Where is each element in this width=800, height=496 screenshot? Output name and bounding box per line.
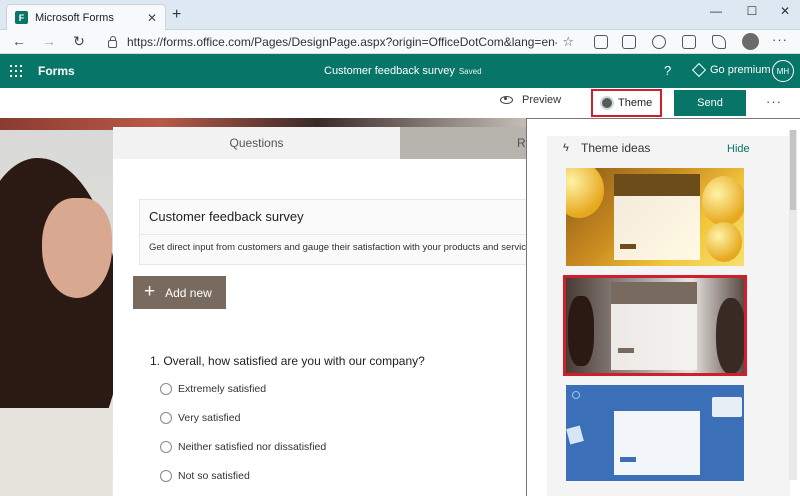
go-premium-button[interactable]: Go premium	[691, 62, 771, 78]
thumb-person-left	[568, 296, 594, 366]
theme-preview-button	[620, 457, 636, 462]
add-new-label: Add new	[165, 285, 212, 300]
theme-preview-card	[614, 411, 700, 475]
new-tab-button[interactable]: +	[172, 6, 181, 24]
answer-option[interactable]: Not so satisfied	[160, 470, 250, 482]
help-icon[interactable]: ?	[664, 63, 671, 78]
survey-header[interactable]: Customer feedback survey Get direct inpu…	[139, 199, 528, 265]
theme-button[interactable]: Theme	[591, 89, 662, 117]
option-label: Not so satisfied	[178, 470, 250, 482]
theme-option-balloons[interactable]	[566, 168, 744, 266]
share-icon[interactable]	[682, 35, 696, 49]
collections-icon[interactable]	[622, 35, 636, 49]
add-new-button[interactable]: + Add new	[133, 276, 226, 309]
tab-title: Microsoft Forms	[35, 11, 114, 24]
doc-title-text: Customer feedback survey	[324, 65, 455, 77]
theme-ideas-label: Theme ideas	[581, 141, 651, 155]
preview-button[interactable]: Preview	[500, 94, 561, 106]
scrollbar-thumb[interactable]	[790, 130, 796, 210]
theme-ideas-heading: ϟ Theme ideas	[563, 141, 650, 155]
more-options-icon[interactable]: ···	[766, 94, 782, 109]
browser-tab-bar: F Microsoft Forms ✕ + — ☐ ✕	[0, 0, 800, 30]
form-tabs: Questions Responses	[113, 127, 528, 159]
back-button[interactable]: ←	[10, 33, 28, 49]
preview-label: Preview	[522, 94, 562, 106]
theme-preview-card	[614, 196, 700, 260]
balloon-shape	[706, 222, 742, 262]
tab-questions[interactable]: Questions	[113, 127, 400, 159]
theme-panel: ϟ Theme ideas Hide	[526, 118, 800, 496]
plus-icon: +	[144, 281, 156, 302]
tab-close-icon[interactable]: ✕	[147, 11, 157, 25]
theme-preview-header	[611, 282, 697, 304]
thumb-person-right	[716, 298, 744, 373]
avatar[interactable]: MH	[772, 60, 794, 82]
browser-tab[interactable]: F Microsoft Forms ✕	[6, 4, 166, 30]
radio-button[interactable]	[160, 383, 172, 395]
minimize-icon[interactable]: —	[708, 4, 724, 18]
favorites-icon[interactable]	[594, 35, 608, 49]
survey-description[interactable]: Get direct input from customers and gaug…	[149, 242, 527, 253]
theme-preview-card	[611, 304, 697, 370]
option-label: Neither satisfied nor dissatisfied	[178, 441, 327, 453]
question-title[interactable]: 1. Overall, how satisfied are you with o…	[150, 354, 425, 368]
app-name[interactable]: Forms	[38, 64, 75, 78]
reload-button[interactable]: ↻	[70, 33, 88, 50]
answer-option[interactable]: Extremely satisfied	[160, 383, 266, 395]
browser-address-bar: ← → ↻ https://forms.office.com/Pages/Des…	[0, 30, 800, 54]
saved-status: Saved	[458, 67, 482, 76]
palette-icon	[600, 96, 614, 110]
balloon-shape	[566, 168, 604, 218]
theme-preview-button	[620, 244, 636, 249]
radio-button[interactable]	[160, 470, 172, 482]
form-editor-card: Questions Responses Customer feedback su…	[113, 127, 528, 496]
option-label: Extremely satisfied	[178, 383, 267, 395]
option-label: Very satisfied	[178, 412, 241, 424]
radio-button[interactable]	[160, 441, 172, 453]
tab-responses[interactable]: Responses	[400, 127, 528, 159]
forms-logo-icon: F	[15, 11, 28, 24]
background-person-face	[42, 198, 112, 298]
maximize-icon[interactable]: ☐	[744, 4, 760, 18]
eye-icon	[500, 96, 513, 104]
command-bar: Preview Theme Send ···	[0, 88, 800, 118]
balloon-shape	[702, 176, 744, 226]
thumb-paper-icon	[566, 425, 584, 445]
answer-option[interactable]: Very satisfied	[160, 412, 240, 424]
hide-themes-link[interactable]: Hide	[727, 143, 750, 155]
survey-title[interactable]: Customer feedback survey	[149, 209, 304, 224]
url-field[interactable]: https://forms.office.com/Pages/DesignPag…	[100, 32, 580, 52]
go-premium-label: Go premium	[710, 64, 771, 76]
theme-label: Theme	[618, 97, 653, 109]
forward-button[interactable]: →	[40, 33, 58, 49]
radio-button[interactable]	[160, 412, 172, 424]
send-button[interactable]: Send	[674, 90, 746, 116]
lock-icon	[108, 35, 117, 48]
theme-panel-scrollbar[interactable]	[789, 130, 797, 480]
feedback-icon[interactable]	[712, 35, 726, 49]
thumb-clock-icon	[572, 391, 580, 399]
favorite-star-icon[interactable]: ☆	[562, 34, 574, 50]
profile-icon[interactable]	[742, 33, 759, 50]
lightning-icon: ϟ	[563, 141, 569, 154]
diamond-icon	[691, 62, 707, 78]
url-text: https://forms.office.com/Pages/DesignPag…	[127, 35, 557, 49]
theme-option-office-selected[interactable]	[563, 275, 747, 376]
browser-menu-icon[interactable]: ···	[772, 32, 788, 47]
extension-icon[interactable]	[652, 35, 666, 49]
close-window-icon[interactable]: ✕	[777, 4, 793, 18]
theme-option-blue[interactable]	[566, 385, 744, 481]
document-title: Customer feedback survey Saved	[324, 65, 482, 77]
thumb-book-icon	[712, 397, 742, 417]
header-divider	[140, 234, 527, 235]
forms-app-bar: Forms Customer feedback survey Saved ? Go…	[0, 54, 800, 88]
background-person-body	[0, 408, 112, 496]
answer-option[interactable]: Neither satisfied nor dissatisfied	[160, 441, 326, 453]
theme-preview-header	[614, 174, 700, 196]
app-launcher-icon[interactable]	[10, 65, 22, 77]
theme-preview-button	[618, 348, 634, 353]
